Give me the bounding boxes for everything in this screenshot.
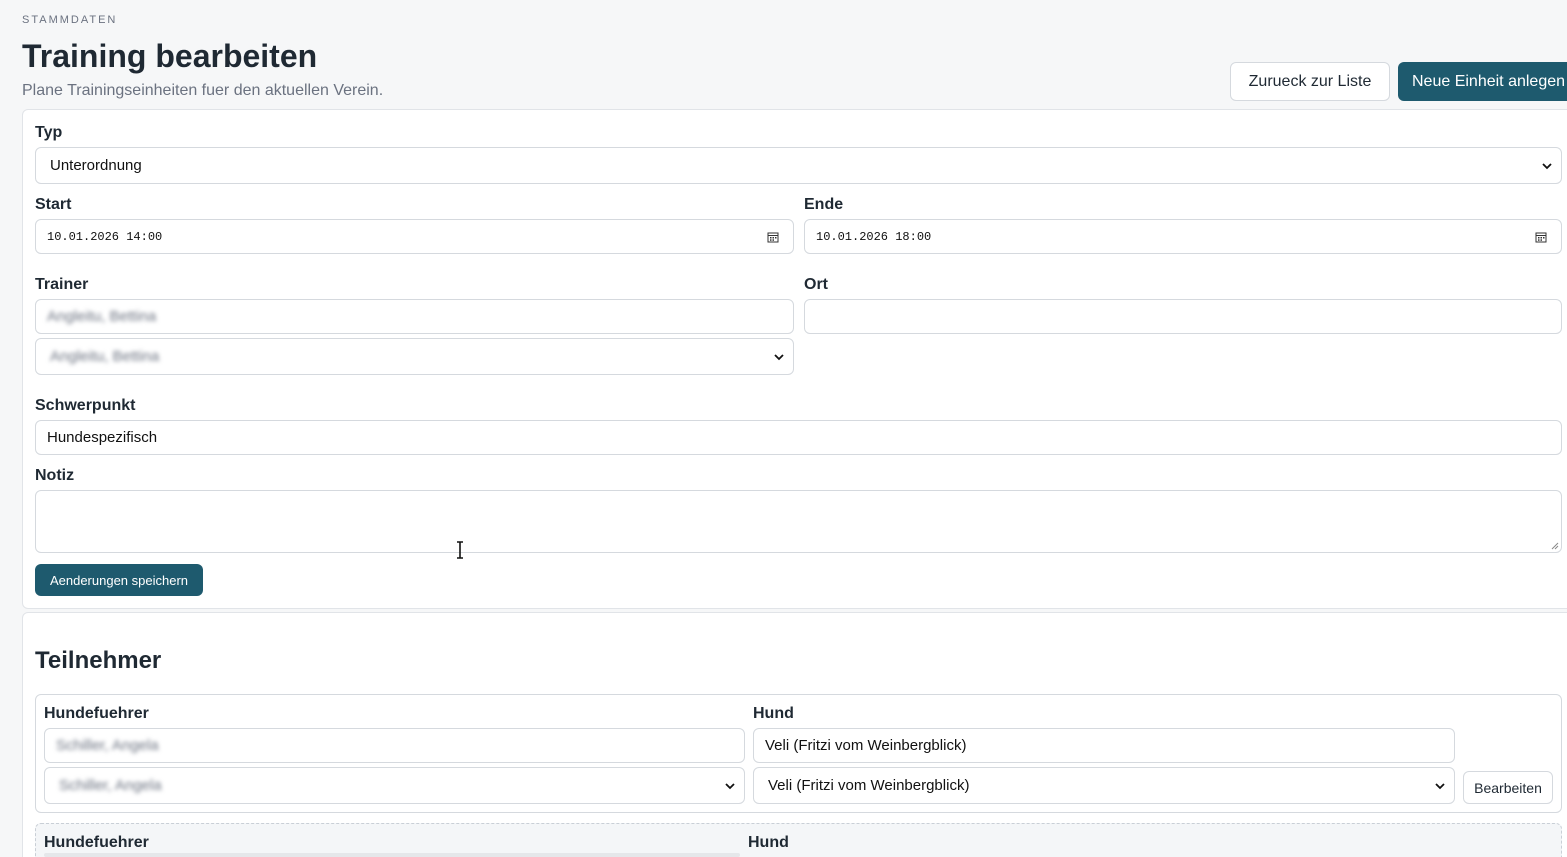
location-input[interactable] <box>804 299 1562 334</box>
handler-label: Hundefuehrer <box>44 705 149 722</box>
location-label: Ort <box>804 276 828 293</box>
note-textarea[interactable] <box>35 490 1562 553</box>
participant-row-new <box>35 823 1562 857</box>
start-label: Start <box>35 196 72 213</box>
handler-search-input[interactable]: Schiller, Angela <box>44 728 745 763</box>
focus-value: Hundespezifisch <box>47 429 158 446</box>
chevron-down-icon <box>725 782 735 789</box>
type-label: Typ <box>35 124 63 141</box>
note-label: Notiz <box>35 467 75 484</box>
trainer-search-value: Angleitu, Bettina <box>47 308 157 325</box>
dog-label: Hund <box>748 834 789 851</box>
type-select[interactable]: Unterordnung <box>35 147 1562 184</box>
trainer-select[interactable]: Angleitu, Bettina <box>35 338 794 375</box>
handler-select[interactable]: Schiller, Angela <box>44 767 745 804</box>
dog-search-input[interactable]: Veli (Fritzi vom Weinbergblick) <box>753 728 1455 763</box>
handler-select-value: Schiller, Angela <box>59 777 162 794</box>
dog-select[interactable]: Veli (Fritzi vom Weinbergblick) <box>753 767 1455 804</box>
chevron-down-icon <box>774 353 784 360</box>
trainer-select-value: Angleitu, Bettina <box>50 348 160 365</box>
handler-search-value: Schiller, Angela <box>56 737 159 754</box>
page-title: Training bearbeiten <box>22 38 318 74</box>
handler-input-edge[interactable] <box>44 853 740 857</box>
eyebrow-label: STAMMDATEN <box>22 14 118 26</box>
focus-input[interactable]: Hundespezifisch <box>35 420 1562 455</box>
handler-label: Hundefuehrer <box>44 834 149 851</box>
trainer-search-input[interactable]: Angleitu, Bettina <box>35 299 794 334</box>
calendar-icon[interactable] <box>1535 231 1547 243</box>
resize-handle-icon[interactable] <box>1551 542 1559 550</box>
end-label: Ende <box>804 196 844 213</box>
dog-search-value: Veli (Fritzi vom Weinbergblick) <box>765 737 967 754</box>
text-cursor-icon <box>457 541 463 559</box>
end-datetime-value: 10.01.2026 18:00 <box>816 229 932 244</box>
dog-label: Hund <box>753 705 794 722</box>
chevron-down-icon <box>1542 162 1552 169</box>
dog-select-value: Veli (Fritzi vom Weinbergblick) <box>768 777 970 794</box>
save-changes-button[interactable]: Aenderungen speichern <box>35 564 203 596</box>
calendar-icon[interactable] <box>767 231 779 243</box>
type-select-value: Unterordnung <box>50 157 142 174</box>
trainer-label: Trainer <box>35 276 89 293</box>
participants-title: Teilnehmer <box>35 647 162 674</box>
focus-label: Schwerpunkt <box>35 397 136 414</box>
end-datetime-input[interactable]: 10.01.2026 18:00 <box>804 219 1562 254</box>
start-datetime-input[interactable]: 10.01.2026 14:00 <box>35 219 794 254</box>
chevron-down-icon <box>1435 782 1445 789</box>
start-datetime-value: 10.01.2026 14:00 <box>47 229 163 244</box>
edit-participant-button[interactable]: Bearbeiten <box>1463 771 1553 804</box>
page-subtitle: Plane Trainingseinheiten fuer den aktuel… <box>22 82 384 99</box>
new-unit-button[interactable]: Neue Einheit anlegen <box>1398 62 1567 101</box>
back-to-list-button[interactable]: Zurueck zur Liste <box>1230 62 1390 101</box>
